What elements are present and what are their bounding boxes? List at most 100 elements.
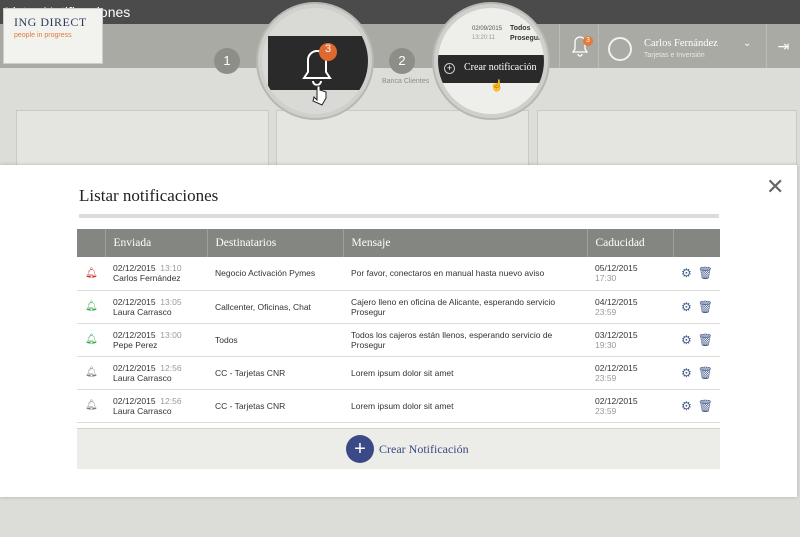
column-header-mensaje[interactable]: Mensaje: [343, 229, 588, 257]
step-label: Banca Clientes: [382, 78, 430, 85]
magnifier-create: 02/09/2015 13:20:11 Todos Prosegur + Cre…: [434, 4, 548, 118]
expiry-date: 02/12/2015: [595, 395, 638, 406]
actions-cell: ⚙ 🗑︎: [673, 389, 720, 423]
message-cell: Por favor, conectaros en manual hasta nu…: [343, 257, 587, 291]
table-row[interactable]: 🔔︎ 02/12/2015 13:05 Laura Carrasco Callce…: [77, 290, 720, 324]
window-title: Listar Notificaciones: [0, 0, 800, 24]
expiry-cell: 02/12/2015 23:59: [587, 389, 673, 423]
recipients-cell: Todos: [207, 323, 343, 357]
zoom-preview-message: Prosegur: [510, 35, 541, 42]
background-card: [276, 110, 529, 170]
actions-cell: ⚙ 🗑︎: [673, 356, 720, 390]
expiry-date: 03/12/2015: [595, 329, 638, 340]
column-header-enviada[interactable]: Enviada: [105, 229, 208, 257]
expiry-date: 05/12/2015: [595, 263, 638, 274]
bell-icon: 🔔︎: [85, 267, 98, 279]
create-notification-button[interactable]: Crear Notificación: [379, 442, 469, 457]
bell-icon: [302, 43, 337, 106]
zoom-create-label: Crear notificación: [464, 62, 537, 73]
status-cell: 🔔︎: [77, 356, 105, 390]
sent-time: 13:00: [160, 329, 182, 340]
status-cell: 🔔︎: [77, 290, 105, 324]
expiry-time: 19:30: [595, 339, 617, 350]
column-header-status: [77, 229, 106, 257]
zoom-bell-badge: 3: [324, 43, 332, 55]
expiry-date: 04/12/2015: [595, 296, 638, 307]
sent-author: Pepe Perez: [113, 339, 158, 350]
sent-cell: 02/12/2015 13:10 Carlos Fernández: [105, 257, 207, 291]
sent-date: 02/12/2015: [113, 329, 156, 340]
sent-date: 02/12/2015: [113, 362, 156, 373]
zoom-preview-recipients: Todos: [510, 25, 531, 32]
column-header-actions: [673, 229, 720, 257]
table-row[interactable]: 🔔︎ 02/12/2015 12:56 Laura Carrasco CC - T…: [77, 389, 720, 423]
expiry-time: 17:30: [595, 273, 617, 284]
sent-date: 02/12/2015: [113, 395, 156, 406]
sent-author: Laura Carrasco: [113, 372, 172, 383]
gear-icon[interactable]: ⚙: [681, 300, 692, 314]
expiry-time: 23:59: [595, 405, 617, 416]
message-cell: Lorem ipsum dolor sit amet: [343, 389, 587, 423]
table-row[interactable]: 🔔︎ 02/12/2015 12:56 Laura Carrasco CC - T…: [77, 356, 720, 390]
table-row[interactable]: 🔔︎ 02/12/2015 13:00 Pepe Perez Todos Todo…: [77, 323, 720, 357]
sent-cell: 02/12/2015 12:56 Laura Carrasco: [105, 389, 207, 423]
gear-icon[interactable]: ⚙: [681, 266, 692, 280]
bell-icon: 🔔︎: [85, 400, 98, 411]
step-2[interactable]: 2: [389, 48, 415, 74]
actions-cell: ⚙ 🗑︎: [673, 257, 720, 291]
trash-icon[interactable]: 🗑︎: [698, 266, 713, 280]
trash-icon[interactable]: 🗑︎: [698, 399, 713, 413]
recipients-cell: CC - Tarjetas CNR: [207, 389, 343, 423]
expiry-cell: 04/12/2015 23:59: [587, 290, 673, 324]
avatar: [608, 37, 632, 61]
step-1[interactable]: 1: [214, 48, 240, 74]
bell-icon: 🔔︎: [85, 367, 98, 378]
logo[interactable]: ING DIRECT people in progress: [3, 8, 103, 64]
user-role: Tarjetas e Inversión: [644, 52, 705, 59]
status-cell: 🔔︎: [77, 257, 105, 291]
logo-tagline: people in progress: [14, 32, 72, 39]
expiry-cell: 05/12/2015 17:30: [587, 257, 673, 291]
recipients-cell: Negocio Activación Pymes: [207, 257, 343, 291]
expiry-time: 23:59: [595, 306, 617, 317]
message-cell: Lorem ipsum dolor sit amet: [343, 356, 587, 390]
sent-date: 02/12/2015: [113, 263, 156, 274]
table-row[interactable]: 🔔︎ 02/12/2015 13:10 Carlos Fernández Nego…: [77, 257, 720, 291]
column-header-destinatarios[interactable]: Destinatarios: [207, 229, 344, 257]
actions-cell: ⚙ 🗑︎: [673, 290, 720, 324]
sent-cell: 02/12/2015 12:56 Laura Carrasco: [105, 356, 207, 390]
expiry-cell: 02/12/2015 23:59: [587, 356, 673, 390]
sent-date: 02/12/2015: [113, 296, 156, 307]
recipients-cell: Callcenter, Oficinas, Chat: [207, 290, 343, 324]
message-cell: Cajero lleno en oficina de Alicante, esp…: [343, 290, 587, 324]
gear-icon[interactable]: ⚙: [681, 333, 692, 347]
sent-cell: 02/12/2015 13:05 Laura Carrasco: [105, 290, 207, 324]
bell-icon: [571, 36, 589, 57]
expiry-time: 23:59: [595, 372, 617, 383]
logout-icon[interactable]: ⇥: [766, 24, 800, 68]
table-header-row: Enviada Destinatarios Mensaje Caducidad: [77, 229, 720, 257]
close-icon[interactable]: ✕: [766, 174, 784, 200]
notifications-button[interactable]: 3: [559, 24, 599, 68]
sent-time: 12:56: [160, 362, 182, 373]
trash-icon[interactable]: 🗑︎: [698, 300, 713, 314]
actions-cell: ⚙ 🗑︎: [673, 323, 720, 357]
plus-circle-icon: +: [444, 63, 455, 74]
trash-icon[interactable]: 🗑︎: [698, 333, 713, 347]
gear-icon[interactable]: ⚙: [681, 366, 692, 380]
status-cell: 🔔︎: [77, 389, 105, 423]
gear-icon[interactable]: ⚙: [681, 399, 692, 413]
zoom-preview-time: 13:20:11: [472, 35, 495, 41]
background-card: [537, 110, 797, 170]
chevron-down-icon[interactable]: ⌄: [743, 38, 751, 49]
divider: [79, 214, 719, 218]
trash-icon[interactable]: 🗑︎: [698, 366, 713, 380]
sent-author: Laura Carrasco: [113, 405, 172, 416]
cursor-hand-icon: ☝: [490, 80, 504, 92]
plus-icon[interactable]: +: [346, 435, 374, 463]
background-card: [16, 110, 269, 170]
user-name: Carlos Fernández: [644, 38, 718, 49]
table-footer: + Crear Notificación: [77, 428, 720, 469]
notifications-table: Enviada Destinatarios Mensaje Caducidad …: [77, 229, 720, 423]
column-header-caducidad[interactable]: Caducidad: [587, 229, 674, 257]
